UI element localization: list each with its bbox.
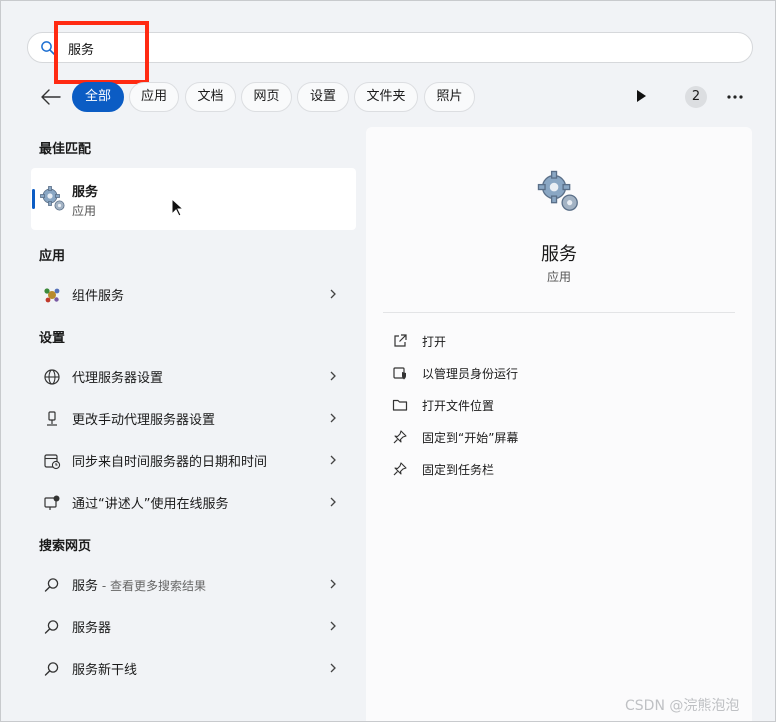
action-label: 打开 — [422, 335, 447, 349]
web-item-services[interactable]: 服务 - 查看更多搜索结果 — [31, 564, 356, 604]
best-match-item-services[interactable]: 服务 应用 — [31, 168, 356, 230]
chevron-right-icon[interactable] — [327, 370, 339, 382]
network-icon — [47, 411, 57, 426]
search-icon — [44, 662, 59, 676]
tab-settings[interactable]: 设置 — [297, 82, 349, 112]
web-item-label: 服务新干线 — [72, 663, 138, 678]
best-match-title: 服务 — [72, 185, 99, 200]
gears-icon — [537, 170, 578, 211]
section-settings: 设置 — [39, 331, 66, 346]
tab-apps[interactable]: 应用 — [129, 82, 179, 112]
watermark: CSDN @浣熊泡泡 — [625, 698, 740, 714]
action-label: 固定到任务栏 — [422, 463, 495, 477]
tab-web[interactable]: 网页 — [241, 82, 292, 112]
chevron-right-icon[interactable] — [327, 578, 339, 590]
component-services-icon — [44, 288, 60, 303]
chevron-right-icon[interactable] — [327, 412, 339, 424]
globe-icon — [44, 369, 60, 385]
settings-item-label: 通过“讲述人”使用在线服务 — [72, 497, 229, 512]
search-input[interactable] — [68, 37, 728, 59]
tab-photos[interactable]: 照片 — [424, 82, 475, 112]
chevron-right-icon[interactable] — [327, 496, 339, 508]
action-label: 打开文件位置 — [422, 399, 495, 413]
pin-icon — [393, 462, 407, 476]
section-best-match: 最佳匹配 — [39, 142, 92, 157]
open-external-icon — [394, 334, 407, 347]
web-item-label: 服务 - 查看更多搜索结果 — [72, 575, 206, 594]
detail-subtitle: 应用 — [546, 270, 571, 284]
divider — [383, 312, 735, 313]
tab-documents[interactable]: 文档 — [185, 82, 236, 112]
chevron-right-icon[interactable] — [327, 620, 339, 632]
settings-item-narrator[interactable]: 通过“讲述人”使用在线服务 — [31, 482, 356, 522]
web-item-query: 服务 — [72, 579, 99, 594]
settings-item-time-sync[interactable]: 同步来自时间服务器的日期和时间 — [31, 440, 356, 480]
shield-icon — [393, 367, 406, 380]
detail-title: 服务 — [541, 244, 577, 265]
settings-item-proxy[interactable]: 代理服务器设置 — [31, 356, 356, 396]
folder-icon — [392, 399, 408, 411]
search-icon — [41, 41, 55, 55]
calendar-clock-icon — [44, 454, 61, 470]
narrator-icon — [44, 495, 60, 510]
pin-icon — [393, 430, 407, 444]
chevron-right-icon[interactable] — [327, 454, 339, 466]
gears-icon — [40, 186, 65, 211]
selection-indicator — [32, 189, 35, 209]
app-item-component-services[interactable]: 组件服务 — [31, 274, 356, 314]
web-item-suffix: - 查看更多搜索结果 — [98, 579, 206, 593]
web-item-label: 服务器 — [72, 621, 112, 636]
action-label: 以管理员身份运行 — [422, 367, 519, 381]
chevron-right-icon[interactable] — [327, 288, 339, 300]
app-item-label: 组件服务 — [72, 289, 125, 304]
search-box[interactable] — [27, 32, 753, 63]
settings-item-manual-proxy[interactable]: 更改手动代理服务器设置 — [31, 398, 356, 438]
settings-item-label: 更改手动代理服务器设置 — [72, 413, 216, 428]
best-match-subtitle: 应用 — [72, 204, 97, 218]
search-icon — [44, 620, 59, 634]
chevron-right-icon[interactable] — [327, 662, 339, 674]
tab-folders[interactable]: 文件夹 — [354, 82, 418, 112]
search-icon — [44, 578, 59, 592]
section-web-search: 搜索网页 — [39, 539, 92, 554]
settings-item-label: 代理服务器设置 — [72, 371, 164, 386]
mouse-cursor-icon — [171, 198, 185, 217]
section-apps: 应用 — [39, 249, 66, 264]
back-arrow-icon[interactable] — [39, 87, 63, 107]
detail-panel: 服务 应用 打开 以管理员身份运行 打开文件位置 固定到“开始”屏幕 固定到任务… — [366, 127, 752, 721]
web-item-services-express[interactable]: 服务新干线 — [31, 648, 356, 688]
play-icon[interactable] — [633, 88, 649, 104]
tab-all[interactable]: 全部 — [72, 82, 124, 112]
web-item-server[interactable]: 服务器 — [31, 606, 356, 646]
count-badge: 2 — [685, 86, 707, 108]
action-label: 固定到“开始”屏幕 — [422, 431, 519, 445]
settings-item-label: 同步来自时间服务器的日期和时间 — [72, 455, 268, 470]
more-options-icon[interactable] — [723, 87, 747, 107]
search-window: 全部 应用 文档 网页 设置 文件夹 照片 2 最佳匹配 服务 应用 应用 — [0, 0, 776, 722]
